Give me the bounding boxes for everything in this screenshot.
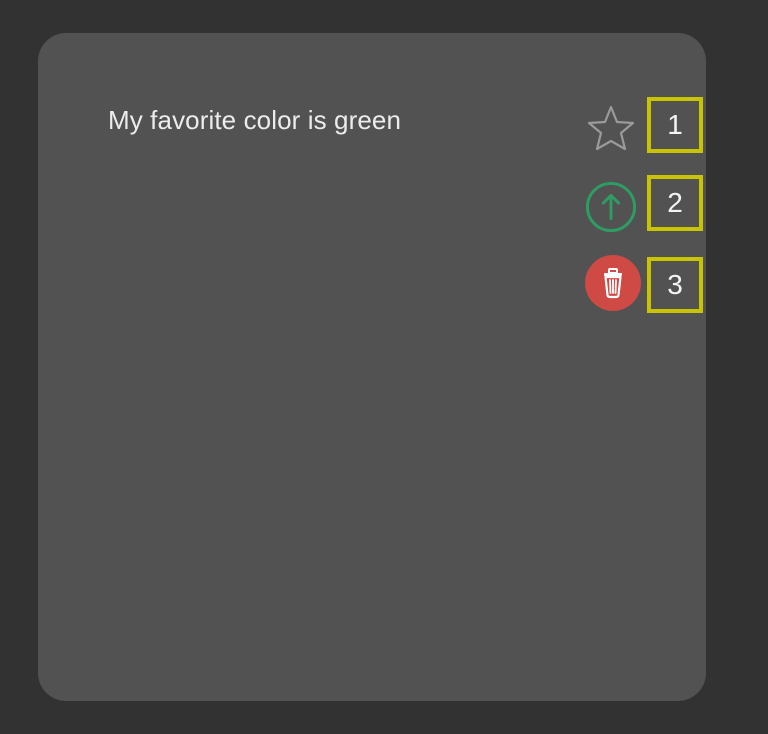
marker-label-3: 3 xyxy=(647,257,703,313)
trash-icon xyxy=(585,255,641,311)
favorite-button[interactable] xyxy=(585,103,637,155)
marker-label-2: 2 xyxy=(647,175,703,231)
marker-label-1: 1 xyxy=(647,97,703,153)
delete-button[interactable] xyxy=(585,255,641,311)
note-text: My favorite color is green xyxy=(108,105,402,135)
move-up-button[interactable] xyxy=(585,181,637,233)
star-icon xyxy=(587,105,635,151)
arrow-up-circle-icon xyxy=(585,181,637,233)
note-card: My favorite color is green 1 2 3 xyxy=(38,33,706,701)
